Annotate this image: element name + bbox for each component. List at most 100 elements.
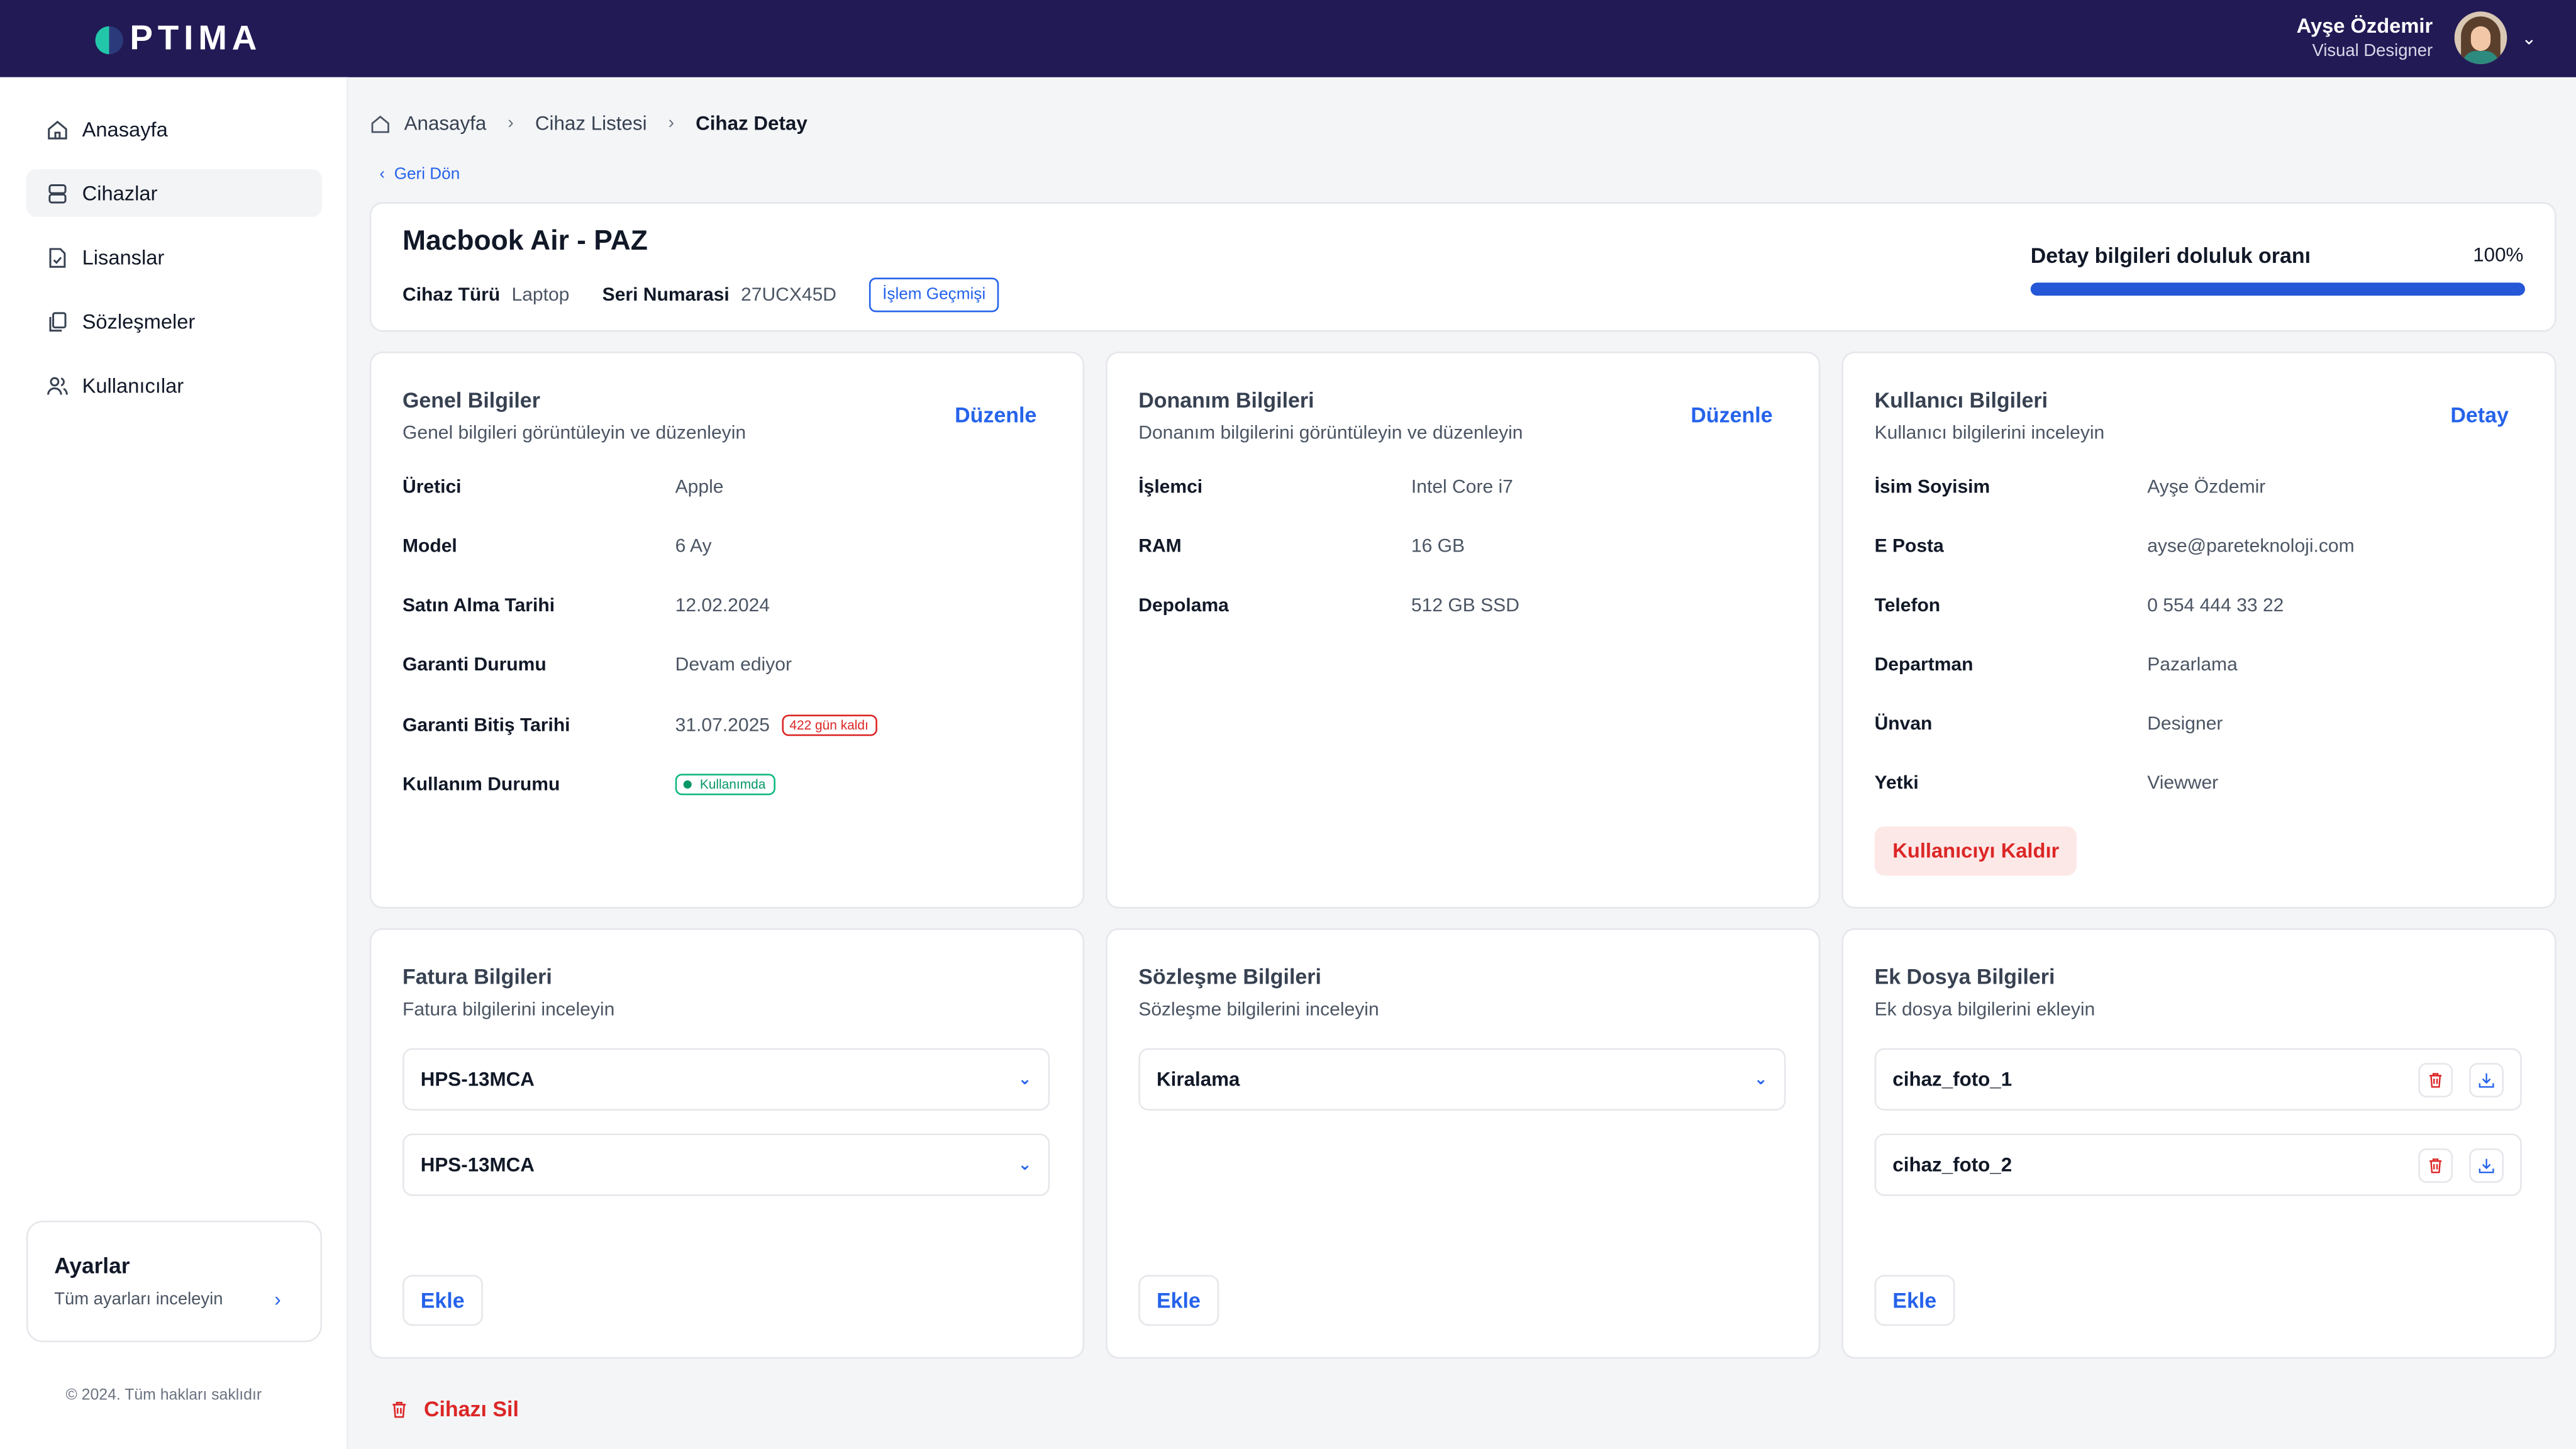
user-menu[interactable]: Ayşe Özdemir Visual Designer ⌄ xyxy=(2297,11,2536,64)
card-title: Sözleşme Bilgileri xyxy=(1138,964,1321,989)
device-header-card: Macbook Air - PAZ Cihaz Türü Laptop Seri… xyxy=(369,202,2557,332)
card-title: Genel Bilgiler xyxy=(402,387,540,413)
download-icon xyxy=(2479,1072,2494,1087)
edit-general-button[interactable]: Düzenle xyxy=(955,402,1036,427)
status-badge-label: Kullanımda xyxy=(699,777,766,792)
user-info-card: Kullanıcı Bilgileri Kullanıcı bilgilerin… xyxy=(1841,352,2557,909)
row-key: Departman xyxy=(1874,655,1974,675)
chevron-down-icon[interactable]: ⌄ xyxy=(2521,27,2536,48)
device-type-value: Laptop xyxy=(511,285,570,305)
add-invoice-button[interactable]: Ekle xyxy=(402,1275,483,1326)
row-key: E Posta xyxy=(1874,537,1944,557)
file-name: cihaz_foto_2 xyxy=(1892,1153,2012,1177)
row-key: Depolama xyxy=(1138,596,1229,616)
sidebar-item-kullanicilar[interactable]: Kullanıcılar xyxy=(26,362,322,409)
completion-percent: 100% xyxy=(2473,243,2524,267)
avatar[interactable] xyxy=(2454,11,2507,64)
user-detail-button[interactable]: Detay xyxy=(2450,402,2509,427)
general-info-card: Genel Bilgiler Genel bilgileri görüntüle… xyxy=(369,352,1085,909)
contracts-icon xyxy=(49,311,67,331)
row-key: Satın Alma Tarihi xyxy=(402,596,555,616)
add-attachment-button[interactable]: Ekle xyxy=(1874,1275,1955,1326)
device-icon xyxy=(48,183,67,203)
breadcrumb-list[interactable]: Cihaz Listesi xyxy=(535,112,647,135)
sidebar-item-anasayfa[interactable]: Anasayfa xyxy=(26,105,322,153)
row-value: 12.02.2024 xyxy=(675,596,770,616)
card-subtitle: Kullanıcı bilgilerini inceleyin xyxy=(1874,423,2105,444)
contract-select[interactable]: Kiralama ⌄ xyxy=(1138,1048,1786,1111)
download-file-button[interactable] xyxy=(2469,1062,2504,1097)
sidebar-item-label: Kullanıcılar xyxy=(82,374,184,397)
sidebar-item-lisanslar[interactable]: Lisanslar xyxy=(26,233,322,281)
row-key: Ünvan xyxy=(1874,714,1933,735)
chevron-down-icon: ⌄ xyxy=(1753,1070,1768,1089)
info-row: Satın Alma Tarihi 12.02.2024 xyxy=(402,596,1060,616)
card-title: Donanım Bilgileri xyxy=(1138,387,1314,413)
sidebar: Anasayfa Cihazlar Lisanslar Sözleşmeler … xyxy=(0,77,348,1449)
settings-subtitle: Tüm ayarları inceleyin xyxy=(54,1289,223,1309)
row-value: Viewwer xyxy=(2147,774,2219,794)
edit-hardware-button[interactable]: Düzenle xyxy=(1690,402,1772,427)
settings-card[interactable]: Ayarlar Tüm ayarları inceleyin › xyxy=(26,1220,322,1343)
serial-value: 27UCX45D xyxy=(741,285,836,305)
row-key: Yetki xyxy=(1874,774,1919,794)
sidebar-item-cihazlar[interactable]: Cihazlar xyxy=(26,169,322,217)
card-title: Fatura Bilgileri xyxy=(402,964,552,989)
home-icon[interactable] xyxy=(370,113,391,134)
row-value: 0 554 444 33 22 xyxy=(2147,596,2284,616)
info-row: Departman Pazarlama xyxy=(1875,655,2532,675)
info-row: Üretici Apple xyxy=(402,478,1060,497)
attachment-item: cihaz_foto_2 xyxy=(1874,1133,2522,1196)
attachment-item: cihaz_foto_1 xyxy=(1874,1048,2522,1111)
download-file-button[interactable] xyxy=(2469,1147,2504,1182)
info-row: Model 6 Ay xyxy=(402,537,1060,557)
delete-file-button[interactable] xyxy=(2418,1147,2453,1182)
breadcrumb-home[interactable]: Anasayfa xyxy=(404,112,487,135)
delete-file-button[interactable] xyxy=(2418,1062,2453,1097)
info-row: Yetki Viewwer xyxy=(1875,774,2532,793)
row-value: Ayşe Özdemir xyxy=(2147,478,2266,498)
info-row: Kullanım Durumu Kullanımda xyxy=(402,774,1060,796)
history-button[interactable]: İşlem Geçmişi xyxy=(869,277,999,313)
chevron-down-icon: ⌄ xyxy=(1018,1070,1032,1089)
info-row: Garanti Bitiş Tarihi 31.07.2025 422 gün … xyxy=(402,714,1060,736)
trash-icon xyxy=(2429,1157,2442,1173)
row-value: Devam ediyor xyxy=(675,655,792,675)
trash-icon xyxy=(2429,1072,2442,1087)
select-value: HPS-13MCA xyxy=(420,1153,535,1177)
device-type-label: Cihaz Türü xyxy=(402,285,501,305)
card-subtitle: Sözleşme bilgilerini inceleyin xyxy=(1138,1000,1379,1021)
info-row: Garanti Durumu Devam ediyor xyxy=(402,655,1060,675)
completion-label: Detay bilgileri doluluk oranı xyxy=(2030,243,2311,268)
completion-progress-fill xyxy=(2030,282,2526,296)
sidebar-item-sozlesmeler[interactable]: Sözleşmeler xyxy=(26,297,322,345)
row-key: Model xyxy=(402,537,457,557)
device-meta: Cihaz Türü Laptop Seri Numarasi 27UCX45D… xyxy=(402,277,999,313)
row-value: Designer xyxy=(2147,714,2223,735)
completion-progress-bar xyxy=(2030,282,2526,296)
status-badge: Kullanımda xyxy=(675,774,776,796)
invoice-select[interactable]: HPS-13MCA ⌄ xyxy=(402,1048,1050,1111)
info-row: İşlemci Intel Core i7 xyxy=(1138,478,1796,497)
row-value-wrap: 31.07.2025 422 gün kaldı xyxy=(675,714,877,736)
chevron-right-icon[interactable]: › xyxy=(274,1288,280,1311)
delete-device-button[interactable]: Cihazı Sil xyxy=(389,1396,519,1421)
user-names: Ayşe Özdemir Visual Designer xyxy=(2297,13,2433,62)
sidebar-item-label: Lisanslar xyxy=(82,245,165,269)
row-value: 16 GB xyxy=(1411,537,1465,557)
license-icon xyxy=(49,247,66,267)
row-value: Apple xyxy=(675,478,724,498)
back-link[interactable]: ‹ Geri Dön xyxy=(379,166,460,184)
app-logo[interactable]: PTIMA xyxy=(95,18,262,61)
add-contract-button[interactable]: Ekle xyxy=(1138,1275,1219,1326)
home-icon xyxy=(48,119,67,139)
app-root: PTIMA Ayşe Özdemir Visual Designer ⌄ Ana… xyxy=(0,0,2576,1449)
select-value: Kiralama xyxy=(1157,1067,1240,1091)
remove-user-button[interactable]: Kullanıcıyı Kaldır xyxy=(1874,826,2077,876)
row-key: RAM xyxy=(1138,537,1182,557)
logo-mark-icon xyxy=(95,25,123,53)
row-value: ayse@pareteknoloji.com xyxy=(2147,537,2355,557)
contract-card: Sözleşme Bilgileri Sözleşme bilgilerini … xyxy=(1106,928,1821,1359)
row-key: Kullanım Durumu xyxy=(402,774,560,795)
invoice-select[interactable]: HPS-13MCA ⌄ xyxy=(402,1133,1050,1196)
